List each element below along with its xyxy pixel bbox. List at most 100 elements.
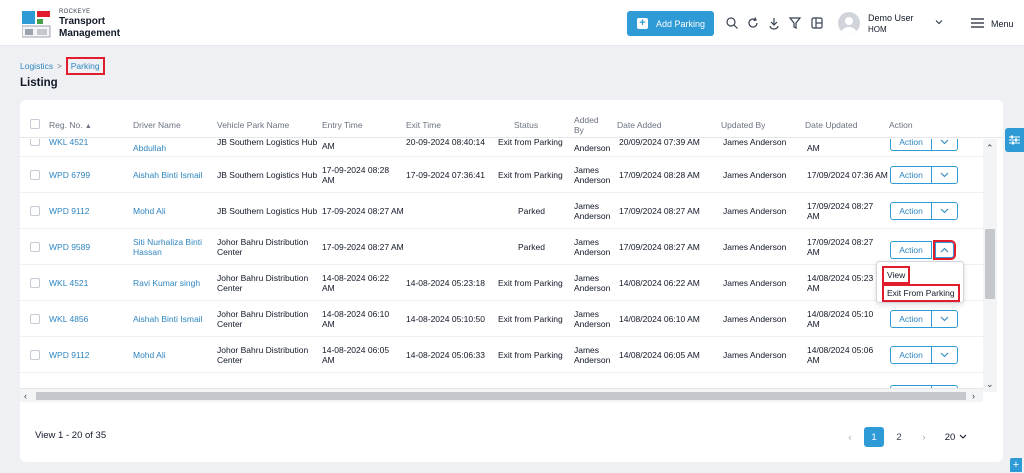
horizontal-scroll-thumb[interactable] <box>36 392 966 400</box>
action-button[interactable]: Action <box>890 310 932 328</box>
date-added: 14/08/2024 06:10 AM <box>619 314 700 324</box>
header-updated-by: Updated By <box>721 120 766 130</box>
settings-sliders-icon[interactable] <box>1005 128 1024 152</box>
scroll-up-icon[interactable]: ⌃ <box>986 143 994 153</box>
reg-no-link[interactable]: WPD 9589 <box>49 242 90 252</box>
reg-no-link[interactable]: WPD 9112 <box>49 350 89 360</box>
driver-name-link[interactable]: Abdullah <box>133 143 166 153</box>
add-parking-button[interactable]: + Add Parking <box>627 11 714 36</box>
exit-time: 14-08-2024 05:10:50 <box>406 314 485 324</box>
date-updated-line2: AM <box>807 247 820 257</box>
date-updated-line1: 17/09/2024 08:27 <box>807 237 874 247</box>
next-page-icon[interactable]: › <box>917 427 931 447</box>
prev-page-icon[interactable]: ‹ <box>843 427 857 447</box>
added-by-line1: James <box>574 201 600 211</box>
brand-tagline: ROCKEYE <box>59 9 91 15</box>
driver-name-link[interactable]: Siti Nurhaliza Binti Hassan <box>133 237 202 257</box>
reg-no-link[interactable]: WPD 6799 <box>49 170 90 180</box>
date-updated: 17/09/2024 08:27 AM <box>807 237 873 257</box>
page-title: Listing <box>20 77 58 89</box>
date-updated: 14/08/2024 05:06 AM <box>807 345 873 365</box>
row-checkbox[interactable] <box>30 278 40 288</box>
scroll-left-icon[interactable]: ‹ <box>24 391 27 401</box>
action-button[interactable]: Action <box>890 139 932 151</box>
breadcrumb-parking[interactable]: Parking <box>65 57 105 75</box>
action-dropdown-toggle[interactable] <box>931 310 958 328</box>
status: Exit from Parking <box>498 350 563 360</box>
row-checkbox[interactable] <box>30 314 40 324</box>
scroll-down-icon[interactable]: ⌄ <box>986 379 994 389</box>
menu-item-exit-from-parking[interactable]: Exit From Parking <box>882 284 960 302</box>
driver-name-line1: Siti Nurhaliza Binti <box>133 237 202 247</box>
driver-name-link[interactable]: Ravi Kumar singh <box>133 278 200 288</box>
plus-icon: + <box>637 18 648 29</box>
page-2-button[interactable]: 2 <box>889 427 909 447</box>
logo-icon <box>22 11 51 38</box>
page-1-button[interactable]: 1 <box>864 427 884 447</box>
action-button[interactable]: Action <box>890 166 932 184</box>
select-all-checkbox[interactable] <box>30 119 40 129</box>
row-checkbox[interactable] <box>30 139 40 146</box>
entry-time-line1: 14-08-2024 06:05 <box>322 345 390 355</box>
reg-no-link[interactable]: WKL 4521 <box>49 139 88 147</box>
chevron-up-icon <box>940 247 949 253</box>
driver-name-link[interactable]: Aishah Binti Ismail <box>133 314 202 324</box>
action-dropdown-toggle[interactable] <box>931 139 958 151</box>
updated-by: James Anderson <box>723 314 787 324</box>
added-by-line1: James <box>574 309 600 319</box>
header-reg-no[interactable]: Reg. No. ▲ <box>49 120 92 130</box>
exit-time: 17-09-2024 07:36:41 <box>406 170 485 180</box>
reg-no-link[interactable]: WKL 4856 <box>49 314 88 324</box>
reg-no-link[interactable]: WPD 9112 <box>49 206 89 216</box>
park-line1: Johor Bahru Distribution <box>217 309 309 319</box>
action-button[interactable]: Action <box>890 346 932 364</box>
download-icon[interactable] <box>767 16 781 30</box>
action-dropdown-toggle[interactable] <box>931 202 958 220</box>
action-dropdown-menu: View Exit From Parking <box>876 261 964 303</box>
vertical-scrollbar[interactable]: ⌃ ⌄ <box>983 139 997 392</box>
columns-icon[interactable] <box>810 16 824 30</box>
per-page-select[interactable]: 20 <box>939 427 973 447</box>
driver-name-link[interactable]: Mohd Ali <box>133 350 166 360</box>
filter-icon[interactable] <box>788 16 802 30</box>
date-added: 14/08/2024 06:05 AM <box>619 350 700 360</box>
row-checkbox[interactable] <box>30 170 40 180</box>
scroll-right-icon[interactable]: › <box>972 391 975 401</box>
driver-name-link[interactable]: Mohd Ali <box>133 206 166 216</box>
action-dropdown-toggle[interactable] <box>931 166 958 184</box>
added-by-line1: James <box>574 345 600 355</box>
added-by-line1: James <box>574 237 600 247</box>
chevron-down-icon[interactable] <box>934 17 944 27</box>
avatar[interactable] <box>838 12 860 34</box>
header-added-by-line2: By <box>574 125 584 135</box>
added-by: James Anderson <box>574 201 610 221</box>
action-button[interactable]: Action <box>890 202 932 220</box>
refresh-icon[interactable] <box>746 16 760 30</box>
header-action: Action <box>889 120 913 130</box>
driver-name-link[interactable]: Aishah Binti Ismail <box>133 170 202 180</box>
date-added: 17/09/2024 08:27 AM <box>619 206 700 216</box>
row-checkbox[interactable] <box>30 242 40 252</box>
entry-time: 17-09-2024 08:27 AM <box>322 242 404 252</box>
plus-icon[interactable]: + <box>1010 458 1022 472</box>
date-updated-line1: 17/09/2024 08:27 <box>807 201 874 211</box>
row-checkbox[interactable] <box>30 206 40 216</box>
action-dropdown-toggle-open[interactable] <box>933 240 956 260</box>
park-line2: Center <box>217 247 243 257</box>
search-icon[interactable] <box>725 16 739 30</box>
menu-label[interactable]: Menu <box>991 19 1014 29</box>
park-line2: Center <box>217 355 243 365</box>
breadcrumb-logistics[interactable]: Logistics <box>20 61 53 71</box>
menu-item-view[interactable]: View <box>882 266 911 284</box>
header-date-added: Date Added <box>617 120 662 130</box>
date-added: 20/09/2024 07:39 AM <box>619 139 700 147</box>
action-button[interactable]: Action <box>890 241 932 259</box>
vertical-scroll-thumb[interactable] <box>985 229 995 299</box>
row-checkbox[interactable] <box>30 350 40 360</box>
action-dropdown-toggle[interactable] <box>931 346 958 364</box>
entry-time-line1: 14-08-2024 06:22 <box>322 273 390 283</box>
menu-icon[interactable] <box>971 18 984 28</box>
header-driver-name: Driver Name <box>133 120 181 130</box>
reg-no-link[interactable]: WKL 4521 <box>49 278 88 288</box>
horizontal-scrollbar[interactable]: ‹ › <box>20 388 983 402</box>
